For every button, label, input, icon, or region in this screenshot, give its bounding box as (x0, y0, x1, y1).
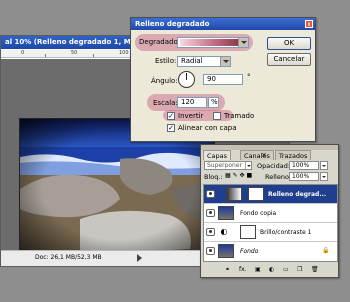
close-icon[interactable]: x (305, 20, 313, 28)
opacity-input[interactable]: 100% (289, 161, 319, 170)
dither-label: Tramado (224, 112, 255, 120)
eye-icon[interactable] (206, 190, 215, 198)
layers-list: Relleno degrad... Fondo copia ◐ Brillo/c… (203, 184, 338, 262)
lock-label: Bloq.: (204, 173, 223, 181)
layer-row[interactable]: ◐ Brillo/contraste 1 (204, 223, 337, 242)
layer-row[interactable]: Fondo copia (204, 204, 337, 223)
panel-tabs: Capas Canales Trazados (203, 150, 312, 160)
align-with-layer-label: Alinear con capa (178, 124, 237, 132)
ruler-label: 50 (71, 50, 78, 56)
gradient-fill-dialog: Relleno degradado x Degradado: Estilo: R… (130, 17, 316, 142)
scale-label: Escala: (153, 99, 178, 107)
dither-checkbox[interactable] (213, 112, 221, 120)
lock-icon: 🔒 (322, 247, 330, 254)
trash-icon[interactable]: 🗑 (311, 266, 319, 273)
ruler-label: 0 (21, 50, 25, 56)
align-with-layer-checkbox[interactable]: ✓ (167, 124, 175, 132)
invert-label: Invertir (178, 112, 204, 120)
gradient-label: Degradado: (139, 38, 181, 46)
status-menu-arrow-icon[interactable] (137, 254, 142, 262)
chevron-down-icon[interactable] (220, 57, 230, 66)
link-icon[interactable]: ⚭ (225, 266, 230, 273)
opacity-arrow[interactable] (320, 161, 328, 170)
layer-name[interactable]: Fondo copia (240, 210, 276, 217)
angle-unit: ° (247, 73, 251, 81)
layer-thumbnail (218, 206, 234, 220)
chevron-right-icon[interactable] (321, 173, 327, 180)
ruler-label: 100 (119, 50, 129, 56)
style-select[interactable]: Radial (177, 56, 231, 67)
folder-icon[interactable]: ▭ (283, 266, 289, 273)
new-layer-icon[interactable]: ❐ (297, 266, 302, 273)
tab-layers[interactable]: Capas (203, 150, 232, 160)
adjustment-icon: ◐ (220, 227, 228, 236)
style-select-value: Radial (181, 57, 203, 65)
scale-input[interactable]: 120 (177, 97, 207, 108)
layer-mask-thumbnail[interactable] (240, 225, 256, 239)
fill-input[interactable]: 100% (289, 172, 319, 181)
chevron-down-icon[interactable] (245, 162, 251, 169)
lock-transparent-icon[interactable]: ▦ (225, 172, 231, 179)
blend-mode-value: Superponer (207, 162, 243, 169)
layer-thumbnail (218, 244, 234, 258)
layer-row[interactable]: Fondo 🔒 (204, 242, 337, 261)
invert-checkbox[interactable]: ✓ (167, 112, 175, 120)
style-label: Estilo: (155, 57, 177, 65)
gradient-fill-thumbnail (226, 187, 242, 201)
gradient-picker[interactable] (177, 37, 249, 48)
close-icon[interactable]: × (261, 151, 267, 159)
ok-button[interactable]: OK (267, 37, 311, 50)
lock-paint-icon[interactable]: ✎ (233, 172, 238, 179)
angle-input[interactable]: 90 (203, 74, 243, 85)
eye-icon[interactable] (206, 209, 215, 217)
blend-mode-select[interactable]: Superponer (204, 161, 252, 170)
layer-name[interactable]: Brillo/contraste 1 (260, 229, 311, 236)
chevron-right-icon[interactable] (321, 162, 327, 169)
layer-name[interactable]: Relleno degrad... (268, 191, 326, 198)
dialog-title[interactable]: Relleno degradado (131, 18, 315, 30)
layer-name[interactable]: Fondo (240, 248, 258, 255)
cancel-button[interactable]: Cancelar (267, 53, 311, 66)
layers-panel: Capas Canales Trazados × Superponer Opacid… (200, 144, 339, 278)
fx-icon[interactable]: fx. (239, 266, 247, 273)
scale-unit[interactable]: % (208, 97, 219, 108)
layer-mask-thumbnail[interactable] (248, 187, 264, 201)
tab-channels[interactable]: Canales (240, 150, 274, 160)
lock-move-icon[interactable]: ✥ (240, 172, 245, 179)
tab-paths[interactable]: Trazados (274, 150, 312, 160)
angle-label: Ángulo: (151, 77, 178, 85)
opacity-label: Opacidad: (257, 162, 291, 170)
chevron-down-icon[interactable] (238, 38, 248, 47)
eye-icon[interactable] (206, 228, 215, 236)
lock-icons[interactable]: ▦ ✎ ✥ ■ (225, 172, 252, 179)
layer-row[interactable]: Relleno degrad... (204, 185, 337, 204)
gradient-swatch[interactable] (180, 39, 238, 46)
angle-dial[interactable] (178, 71, 195, 88)
mask-icon[interactable]: ▣ (255, 266, 261, 273)
fill-label: Relleno: (265, 173, 292, 181)
eye-icon[interactable] (206, 247, 215, 255)
layers-footer: ⚭ fx. ▣ ◐ ▭ ❐ 🗑 (203, 264, 338, 275)
document-size-status: Doc: 26,1 MB/52,3 MB (35, 254, 102, 261)
lock-all-icon[interactable]: ■ (247, 172, 253, 179)
fill-arrow[interactable] (320, 172, 328, 181)
adjustment-icon[interactable]: ◐ (269, 266, 274, 273)
